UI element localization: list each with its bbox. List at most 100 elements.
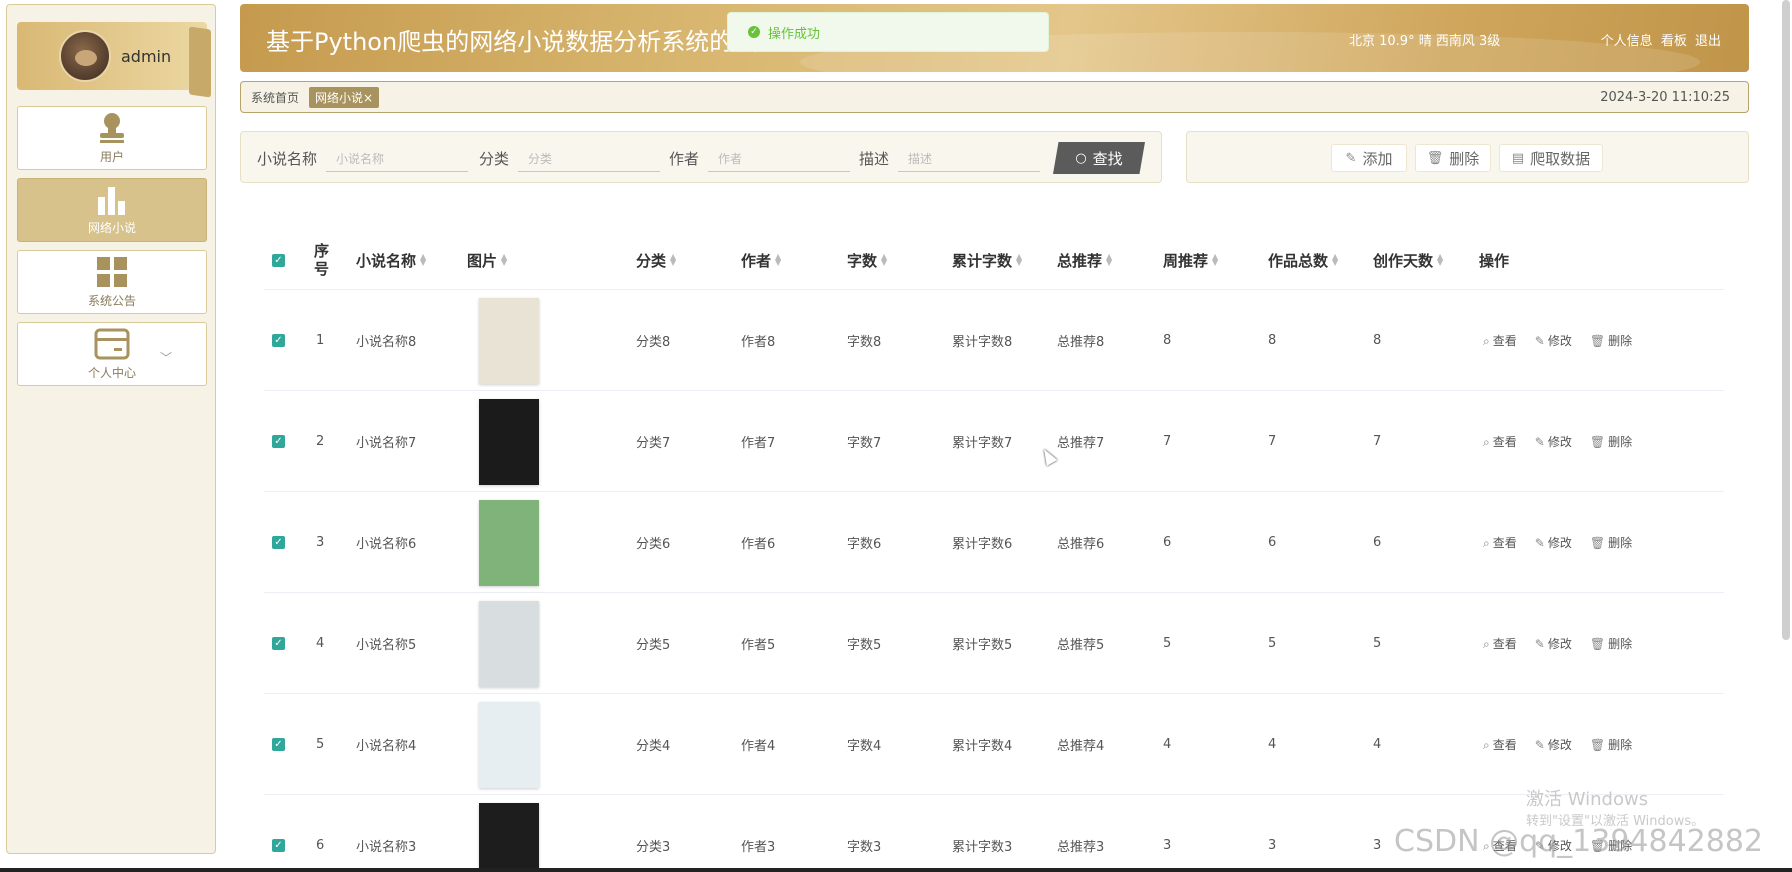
delete-icon: 🗑 (1589, 334, 1606, 348)
table-row[interactable]: ✓ 5 小说名称4 分类4 作者4 字数4 累计字数4 总推荐4 4 4 4 ⌕ 查看 ✎ 修改 🗑 删除 (264, 694, 1724, 795)
cell-index: 6 (316, 838, 325, 853)
row-checkbox[interactable]: ✓ (272, 694, 285, 795)
col-works[interactable]: 作品总数 ▲ ▼ (1268, 230, 1338, 290)
cell-category: 分类4 (636, 739, 671, 754)
edit-label: 修改 (1547, 738, 1572, 752)
sidebar-item-users[interactable]: 用户 (17, 106, 207, 170)
row-checkbox[interactable]: ✓ (272, 593, 285, 694)
breadcrumb: 系统首页 网络小说× 2024-3-20 11:10:25 (240, 81, 1749, 113)
vertical-scrollbar[interactable] (1782, 0, 1790, 640)
cell-category: 分类3 (636, 840, 671, 855)
edit-row-button[interactable]: ✎ 修改 (1535, 433, 1572, 450)
view-row-button[interactable]: ⌕ 查看 (1483, 534, 1517, 551)
sidebar-item-personal-center[interactable]: 个人中心 ﹀ (17, 322, 207, 386)
book-cover-image[interactable] (479, 701, 539, 788)
select-all-checkbox[interactable]: ✓ (272, 230, 285, 290)
cell-index: 4 (316, 636, 325, 651)
table-row[interactable]: ✓ 2 小说名称7 分类7 作者7 字数7 累计字数7 总推荐7 7 7 7 ⌕ 查看 ✎ 修改 🗑 删除 (264, 391, 1724, 492)
breadcrumb-tab-novels[interactable]: 网络小说× (309, 86, 380, 108)
delete-row-button[interactable]: 🗑 删除 (1590, 332, 1632, 349)
delete-button[interactable]: 🗑 删除 (1415, 144, 1491, 172)
cell-image[interactable] (467, 290, 551, 391)
col-total-words[interactable]: 累计字数 ▲ ▼ (952, 230, 1022, 290)
edit-icon: ✎ (1534, 435, 1545, 449)
cell-category: 分类6 (636, 537, 671, 552)
cell-works: 6 (1268, 535, 1277, 550)
chevron-down-icon[interactable]: ﹀ (160, 349, 172, 366)
cell-words: 字数4 (847, 739, 882, 754)
table-row[interactable]: ✓ 3 小说名称6 分类6 作者6 字数6 累计字数6 总推荐6 6 6 6 ⌕ 查看 ✎ 修改 🗑 删除 (264, 492, 1724, 593)
crawl-button[interactable]: ▤ 爬取数据 (1499, 144, 1603, 172)
cell-image[interactable] (467, 795, 551, 872)
view-row-button[interactable]: ⌕ 查看 (1483, 736, 1517, 753)
book-cover-image[interactable] (479, 802, 539, 872)
sort-icon: ▲ ▼ (1212, 252, 1219, 267)
edit-row-button[interactable]: ✎ 修改 (1535, 736, 1572, 753)
view-label: 查看 (1492, 637, 1517, 651)
category-search-input[interactable] (518, 146, 660, 172)
dashboard-link[interactable]: 看板 (1661, 34, 1687, 49)
author-search-input[interactable] (708, 146, 850, 172)
sidebar-item-announcements[interactable]: 系统公告 (17, 250, 207, 314)
cell-image[interactable] (467, 391, 551, 492)
book-cover-image[interactable] (479, 398, 539, 485)
view-row-button[interactable]: ⌕ 查看 (1483, 433, 1517, 450)
description-search-input[interactable] (898, 146, 1040, 172)
edit-label: 修改 (1547, 435, 1572, 449)
edit-row-button[interactable]: ✎ 修改 (1535, 635, 1572, 652)
delete-icon: 🗑 (1589, 435, 1606, 449)
col-week-recommend[interactable]: 周推荐 ▲ ▼ (1163, 230, 1218, 290)
book-cover-image[interactable] (479, 499, 539, 586)
row-checkbox[interactable]: ✓ (272, 290, 285, 391)
view-row-button[interactable]: ⌕ 查看 (1483, 635, 1517, 652)
table-row[interactable]: ✓ 4 小说名称5 分类5 作者5 字数5 累计字数5 总推荐5 5 5 5 ⌕ 查看 ✎ 修改 🗑 删除 (264, 593, 1724, 694)
col-total-recommend[interactable]: 总推荐 ▲ ▼ (1057, 230, 1112, 290)
edit-row-button[interactable]: ✎ 修改 (1535, 332, 1572, 349)
delete-label: 删除 (1608, 435, 1633, 449)
cell-total-words: 累计字数5 (952, 638, 1013, 653)
table-row[interactable]: ✓ 1 小说名称8 分类8 作者8 字数8 累计字数8 总推荐8 8 8 8 ⌕ 查看 ✎ 修改 🗑 删除 (264, 290, 1724, 391)
name-search-input[interactable] (326, 146, 468, 172)
delete-row-button[interactable]: 🗑 删除 (1590, 534, 1632, 551)
cell-total-words: 累计字数8 (952, 335, 1013, 350)
cell-words: 字数7 (847, 436, 882, 451)
breadcrumb-home[interactable]: 系统首页 (251, 89, 299, 106)
col-days[interactable]: 创作天数 ▲ ▼ (1373, 230, 1443, 290)
cell-image[interactable] (467, 492, 551, 593)
col-words[interactable]: 字数 ▲ ▼ (847, 230, 887, 290)
cell-author: 作者3 (741, 840, 776, 855)
cell-image[interactable] (467, 593, 551, 694)
sidebar-item-novels[interactable]: 网络小说 (17, 178, 207, 242)
logout-link[interactable]: 退出 (1695, 34, 1721, 49)
book-cover-image[interactable] (479, 297, 539, 384)
row-checkbox[interactable]: ✓ (272, 391, 285, 492)
sort-icon: ▲ ▼ (1332, 252, 1339, 267)
cell-name: 小说名称4 (356, 739, 417, 754)
cell-author: 作者5 (741, 638, 776, 653)
col-name[interactable]: 小说名称 ▲ ▼ (356, 230, 426, 290)
add-button[interactable]: ✎ 添加 (1331, 144, 1407, 172)
cell-total-words: 累计字数3 (952, 840, 1013, 855)
search-button[interactable]: ○ 查找 (1053, 142, 1145, 174)
book-cover-image[interactable] (479, 600, 539, 687)
delete-row-button[interactable]: 🗑 删除 (1590, 635, 1632, 652)
delete-row-button[interactable]: 🗑 删除 (1590, 736, 1632, 753)
edit-row-button[interactable]: ✎ 修改 (1535, 534, 1572, 551)
cell-image[interactable] (467, 694, 551, 795)
user-profile[interactable]: admin (17, 22, 211, 98)
row-checkbox[interactable]: ✓ (272, 795, 285, 872)
delete-row-button[interactable]: 🗑 删除 (1590, 433, 1632, 450)
cell-works: 7 (1268, 434, 1277, 449)
view-row-button[interactable]: ⌕ 查看 (1483, 332, 1517, 349)
cell-words: 字数3 (847, 840, 882, 855)
col-image[interactable]: 图片 ▲ ▼ (467, 230, 507, 290)
col-category[interactable]: 分类 ▲ ▼ (636, 230, 676, 290)
col-author[interactable]: 作者 ▲ ▼ (741, 230, 781, 290)
cell-total-rec: 总推荐7 (1057, 436, 1105, 451)
sort-icon: ▲ ▼ (881, 252, 888, 267)
row-checkbox[interactable]: ✓ (272, 492, 285, 593)
success-toast: ✓ 操作成功 (727, 12, 1049, 52)
search-button-label: 查找 (1092, 149, 1123, 168)
profile-link[interactable]: 个人信息 (1601, 34, 1653, 49)
activate-windows-title: 激活 Windows (1526, 789, 1649, 810)
